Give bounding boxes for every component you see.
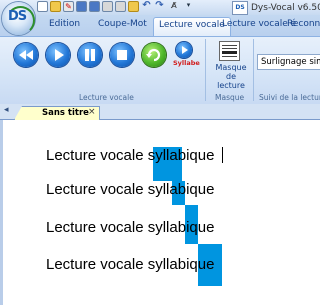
redo-icon[interactable]: ↷ <box>154 1 165 12</box>
document-tab-sans-titre[interactable]: Sans titre × <box>14 106 100 120</box>
document-tab-strip: ◂ Sans titre × <box>0 104 320 120</box>
document-tab-label: Sans titre <box>42 108 89 118</box>
tab-lecture-vocale-e[interactable]: Lecture vocale é <box>222 19 296 29</box>
mask-line <box>222 56 237 57</box>
save-all-icon[interactable] <box>89 1 100 12</box>
group-label-lecture-vocale: Lecture vocale <box>79 93 134 102</box>
document-text-line-4: Lecture vocale syllabique <box>46 256 215 273</box>
mask-line <box>222 45 237 46</box>
open-folder-icon[interactable] <box>50 1 61 12</box>
group-label-suivi: Suivi de la lecture <box>259 93 320 102</box>
spellcheck-icon[interactable]: A̸ <box>167 1 181 12</box>
ribbon-tab-bar: Edition Coupe-Mot Lecture vocale Lecture… <box>0 15 320 36</box>
play-icon <box>182 46 188 54</box>
tab-edition[interactable]: Edition <box>49 19 80 29</box>
folder-icon[interactable] <box>128 1 139 12</box>
mask-label-line1: Masque <box>215 63 247 72</box>
window-title: Dys-Vocal v6.50 <box>251 3 320 13</box>
mask-line <box>222 51 237 54</box>
tab-coupe-mot[interactable]: Coupe-Mot <box>98 19 147 29</box>
group-separator <box>205 39 206 101</box>
app-menu-button[interactable]: DS <box>2 2 35 35</box>
rewind-button[interactable] <box>14 43 38 67</box>
syllabe-play-circle <box>176 42 192 58</box>
scroll-left-icon[interactable]: ◂ <box>4 105 9 115</box>
syllabe-button[interactable]: Syllabe <box>173 41 200 71</box>
app-badge-icon: DS <box>232 1 248 15</box>
window-title-area: DS Dys-Vocal v6.50 <box>232 1 320 15</box>
repeat-button[interactable] <box>142 43 166 67</box>
new-document-icon[interactable] <box>37 1 48 12</box>
pdf-icon[interactable]: ✎ <box>63 1 74 12</box>
undo-icon[interactable]: ↶ <box>141 1 152 12</box>
pause-button[interactable] <box>78 43 102 67</box>
syllabe-label: Syllabe <box>173 59 200 67</box>
ribbon-panel: Syllabe Lecture vocale Masque de lecture… <box>0 36 320 104</box>
close-icon[interactable]: × <box>88 107 96 117</box>
group-label-masque: Masque <box>215 93 245 102</box>
rewind-icon <box>19 50 33 60</box>
document-text-line-2: Lecture vocale syllabique <box>46 181 215 198</box>
dropdown-icon[interactable]: ▾ <box>183 1 194 12</box>
tab-lecture-vocale[interactable]: Lecture vocale <box>153 17 231 36</box>
save-icon[interactable] <box>76 1 87 12</box>
play-button[interactable] <box>46 43 70 67</box>
editor-left-border <box>0 120 3 305</box>
highlight-mode-select[interactable]: Surlignage simp <box>257 54 320 70</box>
document-text-line-3: Lecture vocale syllabique <box>46 219 215 236</box>
app-logo-text: DS <box>8 9 27 24</box>
reading-mask-icon[interactable] <box>219 41 240 61</box>
tab-reconnaissance[interactable]: Reconna <box>287 19 320 29</box>
print-icon[interactable] <box>102 1 113 12</box>
repeat-icon <box>146 48 161 62</box>
reading-mask-button-label[interactable]: Masque de lecture <box>212 63 250 90</box>
play-icon <box>55 49 64 61</box>
text-caret <box>222 147 223 163</box>
document-text-line-1: Lecture vocale syllabique <box>46 147 215 164</box>
stop-button[interactable] <box>110 43 134 67</box>
stop-icon <box>117 50 127 60</box>
pause-icon <box>85 49 95 61</box>
quick-access-toolbar: ✎ ↶ ↷ A̸ ▾ <box>37 1 194 14</box>
group-separator <box>253 39 254 101</box>
mask-label-line2: de lecture <box>217 72 245 90</box>
mask-line <box>222 48 237 49</box>
print-options-icon[interactable] <box>115 1 126 12</box>
